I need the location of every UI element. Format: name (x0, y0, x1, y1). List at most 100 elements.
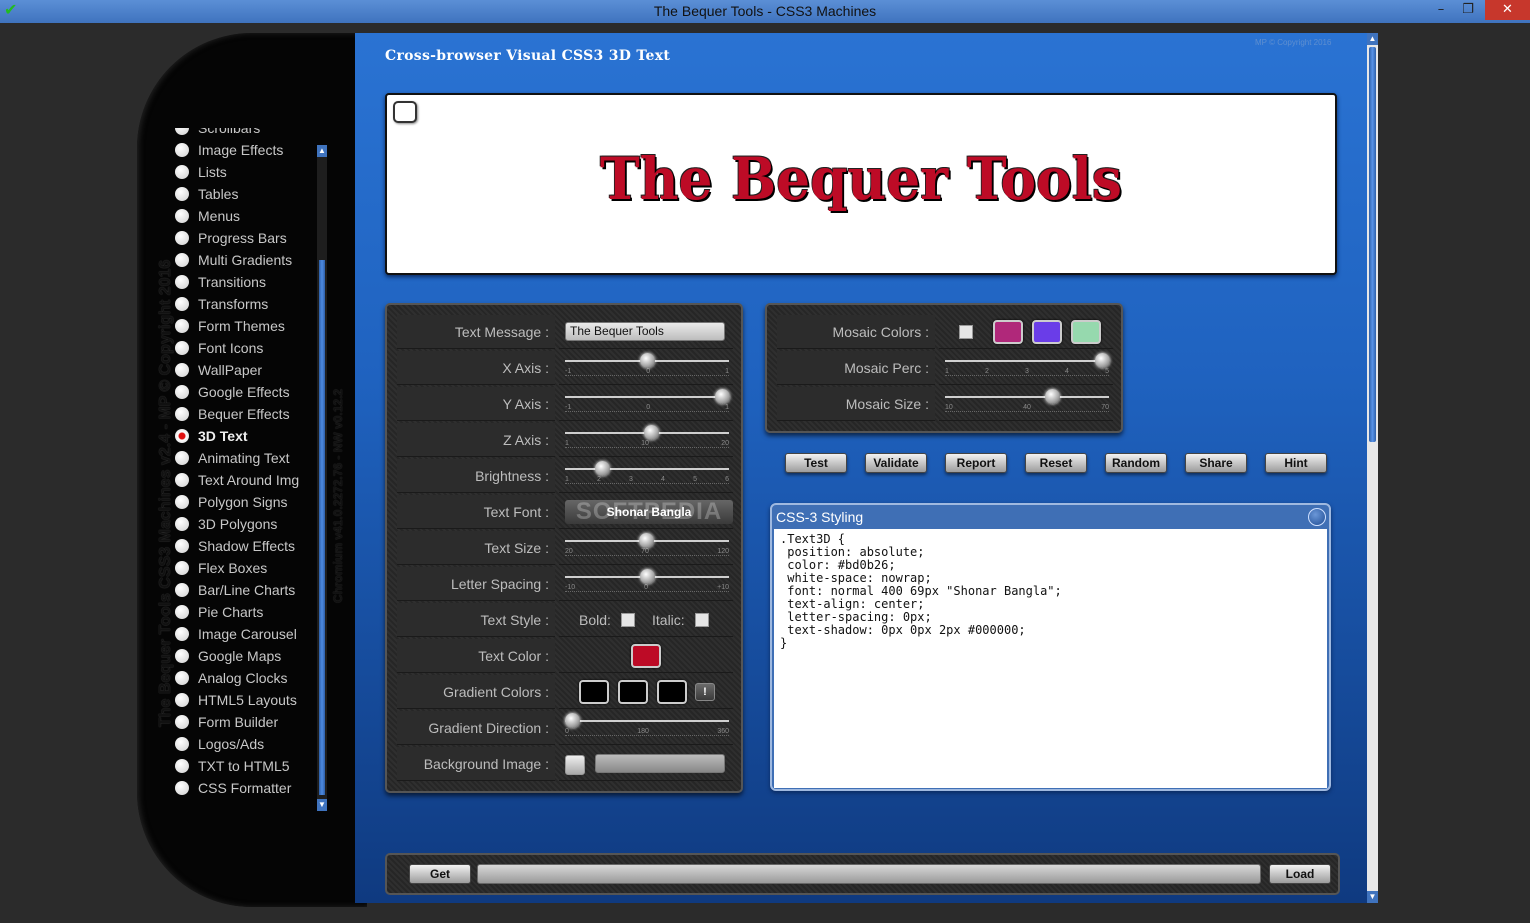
background-image-input[interactable] (595, 754, 725, 773)
radio-icon[interactable] (175, 473, 189, 487)
sidebar-scroll-thumb[interactable] (319, 260, 325, 795)
mosaic-color-1[interactable] (993, 320, 1023, 344)
sidebar-item[interactable]: Shadow Effects (175, 535, 315, 557)
z-axis-slider[interactable]: 1 10 20 (559, 423, 733, 457)
radio-icon[interactable] (175, 539, 189, 553)
sidebar-item[interactable]: Text Around Img (175, 469, 315, 491)
sidebar-item[interactable]: Google Effects (175, 381, 315, 403)
radio-icon[interactable] (175, 319, 189, 333)
radio-icon[interactable] (175, 429, 189, 443)
sidebar-item[interactable]: Transitions (175, 271, 315, 293)
slider-knob[interactable] (638, 533, 654, 548)
sidebar-item[interactable]: Transforms (175, 293, 315, 315)
sidebar-item[interactable]: Pie Charts (175, 601, 315, 623)
restore-button[interactable]: ❐ (1455, 0, 1481, 20)
minimize-button[interactable]: – (1428, 0, 1454, 20)
sidebar-item[interactable]: HTML5 Layouts (175, 689, 315, 711)
sidebar-item[interactable]: Animating Text (175, 447, 315, 469)
sidebar-item[interactable]: Lists (175, 161, 315, 183)
radio-icon[interactable] (175, 231, 189, 245)
preview-checkbox[interactable] (393, 101, 417, 123)
sidebar-item[interactable]: 3D Polygons (175, 513, 315, 535)
sidebar-item[interactable]: Menus (175, 205, 315, 227)
slider-track[interactable] (565, 720, 729, 722)
radio-icon[interactable] (175, 781, 189, 795)
radio-icon[interactable] (175, 605, 189, 619)
report-button[interactable]: Report (945, 453, 1007, 473)
slider-track[interactable] (565, 468, 729, 470)
radio-icon[interactable] (175, 583, 189, 597)
text-size-slider[interactable]: 20 70 120 (559, 531, 733, 565)
sidebar-item[interactable]: CSS Formatter (175, 777, 315, 799)
slider-knob[interactable] (1095, 353, 1110, 368)
gradient-color-2[interactable] (618, 680, 648, 704)
radio-icon[interactable] (175, 341, 189, 355)
slider-knob[interactable] (1045, 389, 1060, 404)
sidebar-item[interactable]: Image Carousel (175, 623, 315, 645)
radio-icon[interactable] (175, 495, 189, 509)
gradient-alert-button[interactable]: ! (695, 683, 715, 701)
url-input[interactable] (477, 864, 1261, 884)
sidebar-item[interactable]: Flex Boxes (175, 557, 315, 579)
mosaic-color-2[interactable] (1032, 320, 1062, 344)
gradient-color-3[interactable] (657, 680, 687, 704)
radio-icon[interactable] (175, 693, 189, 707)
sidebar-item[interactable]: Bequer Effects (175, 403, 315, 425)
radio-icon[interactable] (175, 253, 189, 267)
sidebar-item[interactable]: Scrollbars (175, 128, 315, 139)
radio-icon[interactable] (175, 275, 189, 289)
radio-icon[interactable] (175, 715, 189, 729)
mosaic-size-slider[interactable]: 10 40 70 (939, 387, 1113, 421)
random-button[interactable]: Random (1105, 453, 1167, 473)
slider-knob[interactable] (565, 713, 580, 728)
gradient-color-1[interactable] (579, 680, 609, 704)
mosaic-checkbox[interactable] (959, 325, 973, 339)
radio-icon[interactable] (175, 363, 189, 377)
share-button[interactable]: Share (1185, 453, 1247, 473)
scroll-down-icon[interactable]: ▼ (1367, 891, 1378, 903)
slider-track[interactable] (565, 396, 729, 398)
css-output-close-icon[interactable] (1308, 508, 1326, 526)
radio-icon[interactable] (175, 407, 189, 421)
scroll-up-icon[interactable]: ▲ (1367, 33, 1378, 45)
sidebar-item[interactable]: Analog Clocks (175, 667, 315, 689)
scroll-down-icon[interactable]: ▼ (317, 799, 327, 811)
sidebar-item[interactable]: Form Builder (175, 711, 315, 733)
sidebar-item[interactable]: TXT to HTML5 (175, 755, 315, 777)
radio-icon[interactable] (175, 759, 189, 773)
radio-icon[interactable] (175, 143, 189, 157)
load-button[interactable]: Load (1269, 864, 1331, 884)
font-select[interactable]: SOFTPEDIA Shonar Bangla (565, 500, 733, 524)
radio-icon[interactable] (175, 649, 189, 663)
css-code-output[interactable]: .Text3D { position: absolute; color: #bd… (774, 529, 1327, 788)
sidebar-item[interactable]: Multi Gradients (175, 249, 315, 271)
radio-icon[interactable] (175, 165, 189, 179)
sidebar-item[interactable]: Polygon Signs (175, 491, 315, 513)
bold-checkbox[interactable] (621, 613, 635, 627)
radio-icon[interactable] (175, 561, 189, 575)
sidebar-item[interactable]: Tables (175, 183, 315, 205)
radio-icon[interactable] (175, 517, 189, 531)
slider-track[interactable] (945, 360, 1109, 362)
slider-knob[interactable] (595, 461, 610, 476)
get-button[interactable]: Get (409, 864, 471, 884)
test-button[interactable]: Test (785, 453, 847, 473)
close-button[interactable]: ✕ (1485, 0, 1530, 20)
sidebar-item[interactable]: Font Icons (175, 337, 315, 359)
mosaic-perc-slider[interactable]: 1 2 3 4 5 (939, 351, 1113, 385)
sidebar-item[interactable]: Logos/Ads (175, 733, 315, 755)
sidebar-scrollbar[interactable]: ▲ ▼ (317, 145, 327, 811)
background-image-button[interactable] (565, 755, 585, 775)
radio-icon[interactable] (175, 128, 189, 135)
main-scrollbar[interactable]: ▲ ▼ (1367, 33, 1378, 903)
radio-icon[interactable] (175, 187, 189, 201)
slider-knob[interactable] (715, 389, 730, 404)
text-color-swatch[interactable] (631, 644, 661, 668)
sidebar-item[interactable]: Image Effects (175, 139, 315, 161)
radio-icon[interactable] (175, 209, 189, 223)
slider-knob[interactable] (640, 569, 655, 584)
hint-button[interactable]: Hint (1265, 453, 1327, 473)
sidebar-item[interactable]: Bar/Line Charts (175, 579, 315, 601)
italic-checkbox[interactable] (695, 613, 709, 627)
radio-icon[interactable] (175, 451, 189, 465)
